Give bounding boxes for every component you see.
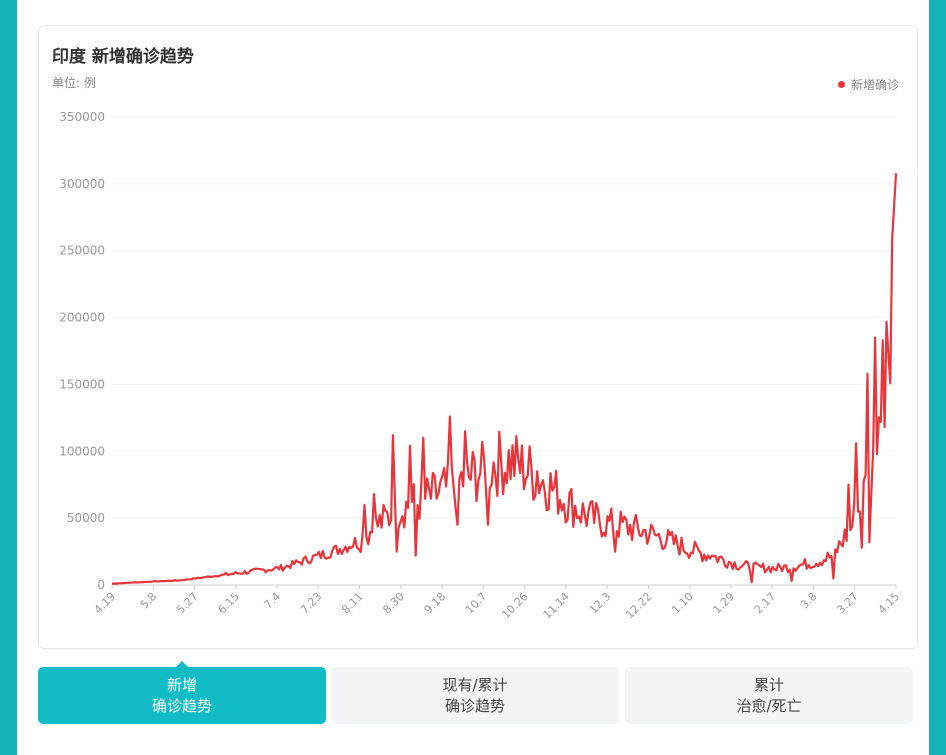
x-tick-label: 12.3 <box>587 590 614 617</box>
tab-cured-deaths[interactable]: 累计 治愈/死亡 <box>625 667 913 724</box>
x-tick-label: 8.11 <box>339 590 366 617</box>
tab-line2: 治愈/死亡 <box>736 696 802 715</box>
content-panel: 印度 新增确诊趋势 单位: 例 新增确诊 0 50000 100000 150000 2… <box>17 0 929 755</box>
x-tick-label: 11.14 <box>541 590 572 621</box>
x-tick-label: 1.29 <box>711 590 738 617</box>
y-tick-label: 100000 <box>59 444 105 458</box>
y-tick-label: 200000 <box>59 311 105 325</box>
tab-line1: 新增 <box>166 675 197 694</box>
y-tick-label: 350000 <box>59 110 105 124</box>
tab-line2: 确诊趋势 <box>444 696 505 715</box>
chart-card: 印度 新增确诊趋势 单位: 例 新增确诊 0 50000 100000 150000 2… <box>38 25 918 649</box>
x-tick-label: 6.15 <box>215 590 242 617</box>
x-tick-label: 4.19 <box>92 590 119 617</box>
y-tick-label: 150000 <box>59 377 105 391</box>
y-tick-label: 0 <box>97 578 105 592</box>
x-tick-label: 3.27 <box>834 590 861 617</box>
x-tick-label: 5.27 <box>174 590 201 617</box>
x-tick-label: 2.17 <box>752 590 779 617</box>
tab-line1: 现有/累计 <box>442 675 508 694</box>
y-tick-label: 250000 <box>59 244 105 258</box>
x-tick-label: 8.30 <box>380 590 407 617</box>
x-tick-label: 7.4 <box>262 590 284 612</box>
y-tick-label: 50000 <box>67 511 105 525</box>
tab-current-cumulative[interactable]: 现有/累计 确诊趋势 <box>331 667 619 724</box>
x-tick-label: 7.23 <box>298 590 325 617</box>
x-tick-label: 4.15 <box>876 590 903 617</box>
tab-line1: 累计 <box>753 675 784 694</box>
x-tick-label: 12.22 <box>623 590 654 621</box>
x-tick-label: 10.7 <box>463 590 490 617</box>
series-line <box>111 173 898 585</box>
tab-line2: 确诊趋势 <box>151 696 212 715</box>
tab-bar: 新增 确诊趋势 现有/累计 确诊趋势 累计 治愈/死亡 <box>38 661 914 724</box>
tab-new-confirmed[interactable]: 新增 确诊趋势 <box>38 661 326 724</box>
y-tick-label: 300000 <box>59 177 105 191</box>
active-tab-arrow-icon <box>175 661 189 668</box>
line-chart[interactable]: 0 50000 100000 150000 200000 250000 300000 3500… <box>39 26 917 648</box>
x-tick-label: 9.18 <box>422 590 449 617</box>
x-tick-label: 3.8 <box>798 590 820 612</box>
x-tick-label: 10.26 <box>499 590 530 621</box>
x-tick-label: 5.8 <box>138 590 160 612</box>
x-tick-label: 1.10 <box>669 590 696 617</box>
